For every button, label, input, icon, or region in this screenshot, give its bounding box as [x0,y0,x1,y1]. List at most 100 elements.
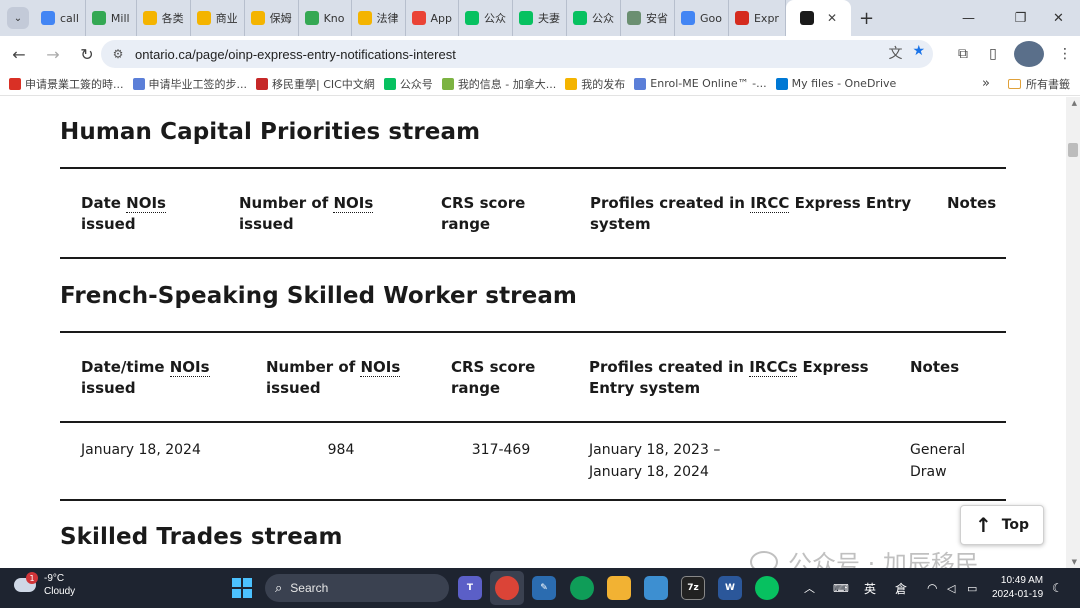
battery-icon[interactable]: ▭ [967,568,977,608]
browser-tab[interactable]: ✕ [785,0,852,36]
address-bar[interactable]: ⚙ ontario.ca/page/oinp-express-entry-not… [101,40,933,68]
profile-avatar[interactable] [1014,41,1044,67]
browser-tab[interactable]: 安省 [621,0,675,36]
tab-label: Goo [700,11,722,25]
wifi-icon[interactable]: ◠ [927,568,937,608]
chatgpt-icon [627,11,641,25]
column-header: CRS score range [451,358,536,397]
site-info-icon[interactable]: ⚙ [107,43,129,65]
browser-tab[interactable]: Kno [299,0,352,36]
app-icon[interactable]: ✎ [532,576,556,600]
browser-tab[interactable]: 夫妻 [513,0,567,36]
bookmark-favicon-icon [441,77,454,90]
chrome-profile-icon[interactable] [570,576,594,600]
side-panel-icon[interactable]: ▯ [978,46,1008,62]
browser-tab[interactable]: 保姆 [245,0,299,36]
bookmark-item[interactable]: Enrol-ME Online™ -... [634,77,767,90]
minimize-button[interactable]: — [946,0,991,36]
bookmark-label: 申请景業工簽的時... [25,77,124,91]
ime-indicator[interactable]: 英 [864,568,876,608]
scroll-down-arrow-icon[interactable]: ▼ [1072,558,1077,566]
browser-tab[interactable]: 各类 [137,0,191,36]
table-cell: 317-469 [471,442,531,458]
forward-button[interactable]: → [38,39,68,69]
bookmark-item[interactable]: 申请毕业工签的步... [132,76,247,92]
7zip-icon[interactable]: 7z [681,576,705,600]
ime-mode-indicator[interactable]: 倉 [895,568,907,608]
tab-search-button[interactable]: ⌄ [7,7,29,29]
volume-icon[interactable]: ◁ [947,568,955,608]
abbreviation[interactable]: NOIs [360,358,401,377]
tab-label: 公众 [592,12,614,25]
browser-tab[interactable]: Mill [86,0,137,36]
browser-tab[interactable]: call [35,0,86,36]
browser-tab[interactable]: 商业 [191,0,245,36]
bookmark-favicon-icon [9,77,21,90]
abbreviation[interactable]: IRCC [750,194,790,213]
bookmarks-overflow-button[interactable]: » [982,76,990,91]
chrome-icon[interactable] [495,576,519,600]
scroll-thumb[interactable] [1068,143,1078,157]
bookmark-item[interactable]: 申请景業工簽的時... [9,76,124,92]
bookmark-item[interactable]: 我的信息 - 加拿大... [441,76,556,92]
start-button[interactable] [232,578,252,598]
extensions-icon[interactable]: ⧉ [948,46,978,62]
taskbar-search[interactable]: ⌕ Search [265,574,449,602]
new-tab-button[interactable]: + [859,8,874,29]
abbreviation[interactable]: NOIs [169,358,210,377]
wechat-icon[interactable] [755,576,779,600]
bookmark-favicon-icon [383,77,396,90]
bookmark-item[interactable]: 公众号 [383,76,433,92]
photos-icon[interactable] [644,576,668,600]
word-icon[interactable]: W [718,576,742,600]
tab-label: 安省 [646,12,668,25]
browser-tab[interactable]: Goo [675,0,729,36]
page-scrollbar[interactable]: ▲ ▼ [1066,97,1080,568]
watermark-text: 公众号 · 加辰移民 [788,550,979,568]
table-header-rule [60,421,1006,423]
wechat-mp-icon [573,11,587,25]
bookmark-item[interactable]: My files - OneDrive [775,77,896,90]
tray-overflow-icon[interactable]: ︿ [804,568,815,608]
translate-icon[interactable]: 文 [888,43,902,63]
table-top-rule [60,167,1006,169]
file-explorer-icon[interactable] [607,576,631,600]
weather-widget[interactable]: 1 -9°C Cloudy [14,572,75,598]
abbreviation[interactable]: NOIs [126,194,166,213]
bookmark-label: Enrol-ME Online™ -... [650,77,767,90]
section-title-human-capital: Human Capital Priorities stream [60,119,481,145]
teams-icon[interactable]: T [458,576,482,600]
close-window-button[interactable]: ✕ [1036,0,1080,36]
menu-icon[interactable]: ⋮ [1050,46,1080,62]
clock-time: 10:49 AM [1000,575,1044,586]
all-bookmarks-label: 所有書籤 [1026,77,1070,91]
tab-label: call [60,11,79,25]
reload-button[interactable]: ↻ [72,39,102,69]
browser-tab[interactable]: Expr [729,0,786,36]
abbreviation[interactable]: IRCCs [749,358,798,377]
browser-tab[interactable]: 法律 [352,0,406,36]
bookmark-star-icon[interactable]: ★ [912,43,925,63]
browser-tab[interactable]: 公众 [459,0,513,36]
column-header: Number of NOIs issued [266,358,401,397]
scroll-up-arrow-icon[interactable]: ▲ [1072,99,1077,107]
column-header: Notes [910,358,960,376]
back-to-top-button[interactable]: ↑ Top [960,505,1044,545]
url-text[interactable]: ontario.ca/page/oinp-express-entry-notif… [135,47,456,62]
bookmark-item[interactable]: 我的发布 [565,76,625,92]
notifications-icon[interactable]: ☾ [1052,568,1063,608]
abbreviation[interactable]: NOIs [333,194,374,213]
arrow-up-icon: ↑ [974,513,992,537]
section-title-french-speaking: French-Speaking Skilled Worker stream [60,283,577,309]
maps-icon [304,11,319,25]
maple-leaf-icon [734,11,749,25]
browser-tab[interactable]: 公众 [567,0,621,36]
bookmark-item[interactable]: 移民重學| CIC中文網 [256,76,375,92]
keyboard-icon[interactable]: ⌨ [833,568,849,608]
clock[interactable]: 10:49 AM 2024-01-19 [992,574,1043,602]
back-button[interactable]: ← [4,39,34,69]
browser-tab[interactable]: App [406,0,459,36]
tab-label: Kno [323,11,345,25]
close-tab-icon[interactable]: ✕ [827,11,837,25]
all-bookmarks-folder[interactable]: 所有書籤 [1008,76,1070,92]
